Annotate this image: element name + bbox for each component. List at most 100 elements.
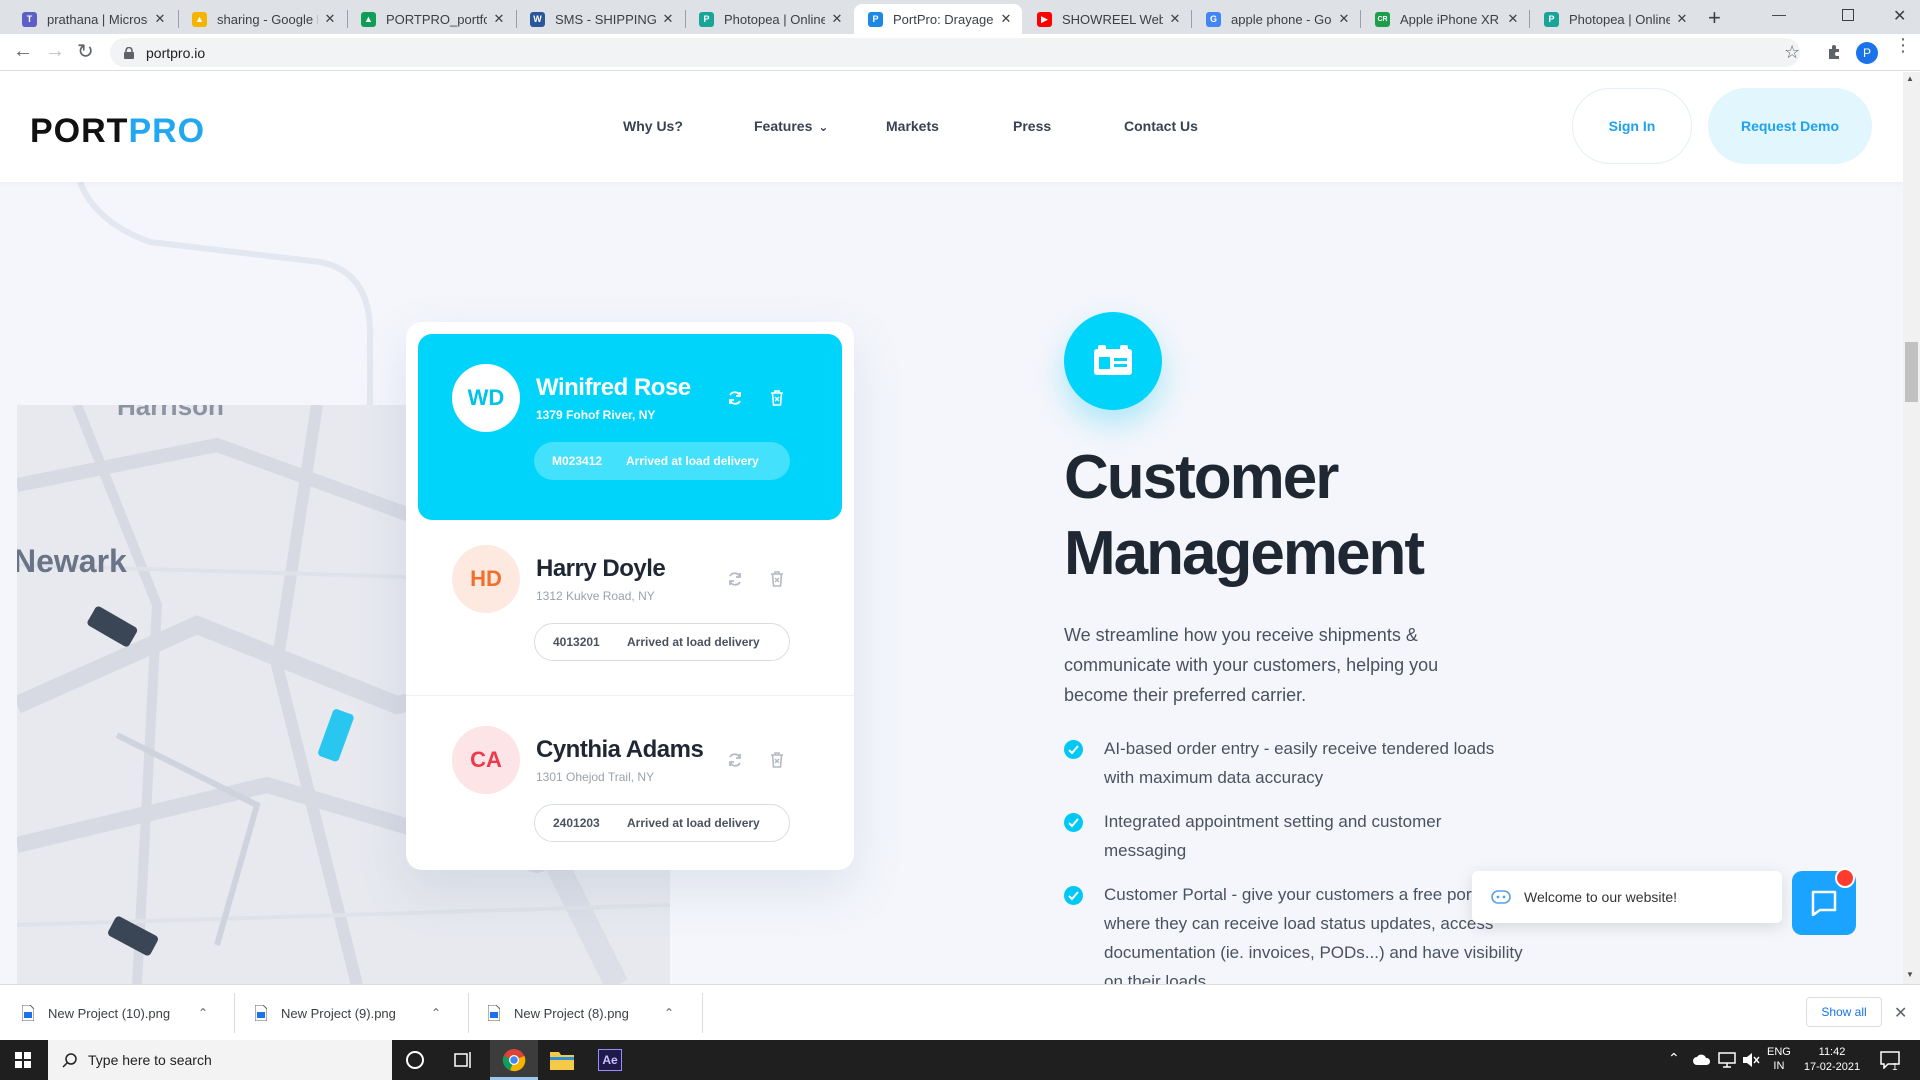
chat-icon — [1811, 890, 1837, 916]
nav-why-us[interactable]: Why Us? — [623, 118, 683, 134]
browser-tab[interactable]: ▶ SHOWREEL Web Pro ✕ — [1023, 4, 1191, 34]
browser-tab-active[interactable]: P PortPro: Drayage Tl ✕ — [854, 4, 1022, 34]
folder-icon — [550, 1052, 574, 1070]
refresh-icon[interactable] — [726, 751, 744, 769]
chat-welcome-bubble[interactable]: Welcome to our website! — [1472, 871, 1782, 923]
after-effects-icon[interactable]: Ae — [598, 1049, 622, 1071]
close-icon[interactable]: ✕ — [1674, 11, 1690, 27]
scroll-up-arrow-icon[interactable]: ▲ — [1906, 74, 1914, 83]
reload-icon[interactable]: ↻ — [77, 39, 94, 64]
google-favicon-icon: G — [1206, 11, 1221, 27]
order-id: 4013201 — [553, 635, 600, 649]
chevron-down-icon: ⌄ — [818, 120, 829, 134]
close-downloads-icon[interactable]: ✕ — [1894, 1003, 1907, 1023]
customer-item[interactable]: WD Winifred Rose 1379 Fohof River, NY M0… — [418, 334, 842, 520]
onedrive-cloud-icon[interactable] — [1692, 1053, 1712, 1066]
section-title: Customer Management — [1064, 440, 1425, 592]
close-icon[interactable]: ✕ — [998, 11, 1014, 27]
sign-in-button[interactable]: Sign In — [1572, 88, 1692, 164]
order-status-pill: 2401203 Arrived at load delivery — [534, 804, 790, 842]
volume-muted-icon[interactable] — [1742, 1052, 1760, 1068]
cr-favicon-icon: CR — [1375, 11, 1390, 27]
portpro-logo[interactable]: PORTPRO — [30, 112, 205, 151]
download-filename: New Project (8).png — [514, 1005, 629, 1021]
tab-title: sharing - Google Dr — [217, 11, 318, 27]
refresh-icon[interactable] — [726, 570, 744, 588]
customer-avatar: CA — [452, 726, 520, 794]
windows-start-icon[interactable] — [15, 1052, 31, 1068]
photopea-favicon-icon: P — [699, 11, 714, 27]
chevron-up-icon[interactable]: ⌃ — [198, 1006, 208, 1020]
browser-tab[interactable]: ▲ sharing - Google Dr ✕ — [178, 4, 346, 34]
nav-contact-us[interactable]: Contact Us — [1124, 118, 1198, 134]
page-scrollbar[interactable]: ▲ ▼ — [1903, 72, 1920, 984]
browser-tab[interactable]: P Photopea | Online P ✕ — [1530, 4, 1698, 34]
new-tab-button[interactable]: + — [1708, 5, 1721, 31]
trash-icon[interactable] — [768, 751, 786, 769]
order-status-pill: 4013201 Arrived at load delivery — [534, 623, 790, 661]
chat-bot-icon — [1491, 890, 1511, 904]
close-icon[interactable]: ✕ — [322, 11, 338, 27]
browser-tab[interactable]: G apple phone - Goog ✕ — [1192, 4, 1360, 34]
scrollbar-thumb[interactable] — [1905, 342, 1918, 402]
download-item[interactable]: New Project (10).png ⌃ — [22, 985, 222, 1041]
taskbar-search-box[interactable]: Type here to search — [48, 1040, 392, 1080]
browser-tab[interactable]: P Photopea | Online P ✕ — [685, 4, 853, 34]
nav-markets[interactable]: Markets — [886, 118, 939, 134]
task-view-icon[interactable] — [454, 1051, 474, 1069]
menu-kebab-icon[interactable]: ⋮ — [1894, 36, 1912, 54]
refresh-icon[interactable] — [726, 389, 744, 407]
minimize-icon[interactable]: — — [1772, 6, 1786, 22]
logo-text: PORT — [30, 112, 129, 150]
order-status: Arrived at load delivery — [626, 454, 759, 468]
google-drive-favicon-icon: ▲ — [361, 11, 376, 27]
tab-title: PORTPRO_portfolio — [386, 11, 487, 27]
nav-label: Features — [754, 118, 813, 134]
close-icon[interactable]: ✕ — [1336, 11, 1352, 27]
clock[interactable]: 11:42 17-02-2021 — [1800, 1045, 1864, 1075]
search-icon — [62, 1053, 77, 1068]
network-icon[interactable] — [1718, 1052, 1736, 1068]
close-icon[interactable]: ✕ — [660, 11, 676, 27]
download-item[interactable]: New Project (8).png ⌃ — [488, 985, 688, 1041]
download-item[interactable]: New Project (9).png ⌃ — [255, 985, 455, 1041]
trash-icon[interactable] — [768, 570, 786, 588]
scroll-down-arrow-icon[interactable]: ▼ — [1906, 970, 1914, 979]
browser-tab[interactable]: ▲ PORTPRO_portfolio ✕ — [347, 4, 515, 34]
profile-avatar[interactable]: P — [1856, 42, 1878, 64]
close-icon[interactable]: ✕ — [829, 11, 845, 27]
browser-tab[interactable]: T prathana | Microsof ✕ — [8, 4, 176, 34]
request-demo-button[interactable]: Request Demo — [1708, 88, 1872, 164]
back-arrow-icon[interactable]: ← — [13, 40, 33, 63]
close-icon[interactable]: ✕ — [491, 11, 507, 27]
extensions-puzzle-icon[interactable] — [1826, 44, 1842, 60]
chevron-up-icon[interactable]: ⌃ — [431, 1006, 441, 1020]
taskbar-file-explorer[interactable] — [538, 1040, 586, 1080]
customer-item[interactable]: CA Cynthia Adams 1301 Ohejod Trail, NY 2… — [418, 696, 842, 882]
browser-tab[interactable]: CR Apple iPhone XR Sm ✕ — [1361, 4, 1529, 34]
customer-avatar: WD — [452, 364, 520, 432]
close-icon[interactable]: ✕ — [152, 11, 168, 27]
maximize-icon[interactable] — [1842, 9, 1854, 21]
nav-features[interactable]: Features ⌄ — [754, 118, 828, 134]
customer-name: Cynthia Adams — [536, 736, 704, 763]
language-indicator[interactable]: ENG IN — [1767, 1045, 1791, 1073]
forward-arrow-icon[interactable]: → — [45, 40, 65, 63]
close-icon[interactable]: ✕ — [1505, 11, 1521, 27]
customer-item[interactable]: HD Harry Doyle 1312 Kukve Road, NY 40132… — [418, 515, 842, 701]
show-all-button[interactable]: Show all — [1806, 997, 1882, 1027]
tab-title: SHOWREEL Web Pro — [1062, 11, 1163, 27]
close-icon[interactable]: ✕ — [1167, 11, 1183, 27]
show-hidden-icons-chevron-icon[interactable]: ⌃ — [1668, 1050, 1680, 1067]
trash-icon[interactable] — [768, 389, 786, 407]
nav-press[interactable]: Press — [1013, 118, 1051, 134]
address-bar[interactable]: portpro.io — [110, 38, 1800, 67]
chevron-up-icon[interactable]: ⌃ — [664, 1006, 674, 1020]
taskbar-chrome[interactable] — [490, 1040, 538, 1080]
file-icon — [255, 1005, 267, 1021]
window-close-icon[interactable]: ✕ — [1893, 6, 1906, 26]
cortana-icon[interactable] — [406, 1051, 424, 1069]
bookmark-star-icon[interactable]: ☆ — [1784, 42, 1800, 63]
language-code: ENG — [1767, 1046, 1791, 1058]
browser-tab[interactable]: W SMS - SHIPPING MA ✕ — [516, 4, 684, 34]
